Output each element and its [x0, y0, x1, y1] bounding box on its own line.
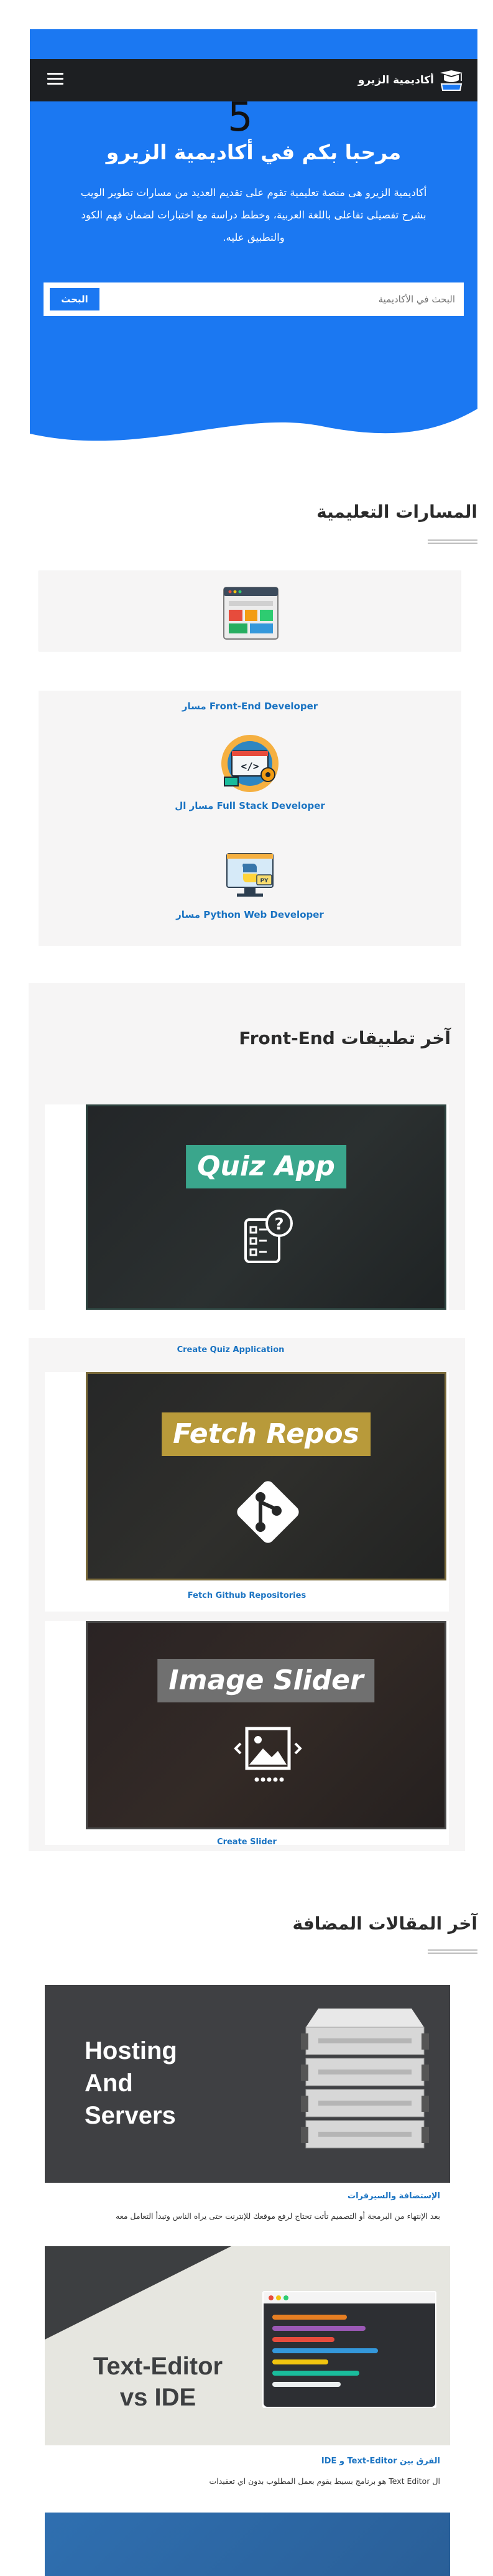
- hero-desc-line: بشرح تفصيلى تفاعلى باللغة العربية، وخطط …: [81, 209, 426, 221]
- hero-desc-line: أكاديمية الزيرو هى منصة تعليمية تقوم على…: [80, 187, 427, 198]
- article-card: Text-Editor vs IDE الفرق بين Text-Editor…: [45, 2246, 450, 2500]
- hero-desc-line: والتطبيق عليه.: [223, 231, 285, 243]
- article-category[interactable]: الإستضافة والسيرفرات: [348, 2191, 440, 2201]
- path-item-fullstack[interactable]: </> مسار ال Full Stack Developer: [39, 731, 461, 811]
- svg-text:?: ?: [274, 1215, 283, 1234]
- hero-wave-divider: [30, 409, 477, 452]
- paths-list: مسار Front-End Developer </> مسار ال Ful…: [39, 691, 461, 946]
- article-thumbnail[interactable]: Hosting And Servers: [45, 1985, 450, 2183]
- search-button[interactable]: البحث: [50, 288, 99, 310]
- brand-logo[interactable]: أكاديمية الزيرو: [358, 68, 464, 93]
- app-thumbnail[interactable]: Fetch Repos: [86, 1372, 446, 1580]
- overlay-number: 5: [228, 95, 253, 141]
- app-caption[interactable]: Create Slider: [45, 1837, 449, 1847]
- app-caption[interactable]: Create Quiz Application: [29, 1345, 433, 1355]
- app-thumbnail[interactable]: Image Slider: [86, 1621, 446, 1829]
- browser-layout-icon: [223, 587, 279, 640]
- app-banner: Quiz App: [186, 1145, 346, 1188]
- hero-description: أكاديمية الزيرو هى منصة تعليمية تقوم على…: [61, 182, 446, 249]
- page: أكاديمية الزيرو 5 مرحبا بكم في أكاديمية …: [0, 0, 493, 2576]
- app-card: Fetch Repos Fetch Github Repositories: [45, 1372, 449, 1612]
- app-thumbnail[interactable]: Quiz App ?: [86, 1104, 446, 1310]
- app-banner: Image Slider: [157, 1659, 375, 1702]
- path-card[interactable]: [39, 571, 461, 651]
- app-card: Image Slider Create Slider: [45, 1621, 449, 1847]
- articles-section-title: آخر المقالات المضافة: [292, 1913, 477, 1934]
- apps-section: آخر تطبيقات Front-End Quiz App ?: [29, 983, 465, 1310]
- svg-text:</>: </>: [241, 760, 259, 772]
- git-icon: [237, 1481, 299, 1543]
- search-bar: البحث: [44, 282, 464, 316]
- navbar: أكاديمية الزيرو: [30, 59, 477, 101]
- apps-section-title: آخر تطبيقات Front-End: [239, 1028, 451, 1048]
- quiz-icon: ?: [244, 1210, 293, 1263]
- article-category[interactable]: الفرق بين Text-Editor و IDE: [321, 2457, 440, 2466]
- code-editor-icon: [262, 2291, 436, 2408]
- app-caption[interactable]: Fetch Github Repositories: [45, 1591, 449, 1600]
- path-item-frontend[interactable]: مسار Front-End Developer: [39, 697, 461, 712]
- menu-toggle-button[interactable]: [47, 73, 63, 88]
- article-image-text: Text-Editor vs IDE: [93, 2353, 223, 2411]
- svg-text:PY: PY: [260, 878, 269, 884]
- path-label[interactable]: مسار Python Web Developer: [39, 909, 461, 920]
- brand-name: أكاديمية الزيرو: [357, 74, 434, 86]
- article-image-text: Hosting And Servers: [85, 2037, 177, 2129]
- hamburger-icon: [47, 73, 63, 75]
- path-item-python[interactable]: PY مسار Python Web Developer: [39, 840, 461, 920]
- apps-list-continued: Create Quiz Application Fetch Repos Fetc…: [29, 1338, 465, 1851]
- hero-section: أكاديمية الزيرو 5 مرحبا بكم في أكاديمية …: [30, 29, 477, 452]
- path-label[interactable]: مسار Front-End Developer: [39, 701, 461, 712]
- fullstack-code-icon: </>: [221, 735, 279, 792]
- paths-section-title: المسارات التعليمية: [316, 502, 477, 522]
- image-slider-icon: [234, 1727, 302, 1782]
- path-label[interactable]: مسار ال Full Stack Developer: [39, 800, 461, 811]
- python-monitor-icon: PY: [226, 853, 274, 897]
- app-card: Quiz App ?: [45, 1104, 449, 1310]
- article-card: Hosting And Servers الإستضافة والسيرفرات…: [45, 1985, 450, 2237]
- article-excerpt: بعد الإنتهاء من البرمجة أو التصميم تأتت …: [116, 2211, 440, 2221]
- article-excerpt: ال Text Editor هو برنامج بسيط يقوم بعمل …: [209, 2476, 440, 2486]
- search-input[interactable]: [107, 288, 455, 310]
- article-card-partial[interactable]: [45, 2513, 450, 2576]
- article-thumbnail[interactable]: Text-Editor vs IDE: [45, 2246, 450, 2445]
- hero-title: مرحبا بكم في أكاديمية الزيرو: [106, 140, 402, 164]
- section-underline: [428, 1949, 477, 1954]
- section-underline: [428, 539, 477, 544]
- academy-logo-icon: [440, 70, 463, 91]
- server-rack-icon: [301, 2009, 429, 2149]
- app-banner: Fetch Repos: [162, 1412, 371, 1456]
